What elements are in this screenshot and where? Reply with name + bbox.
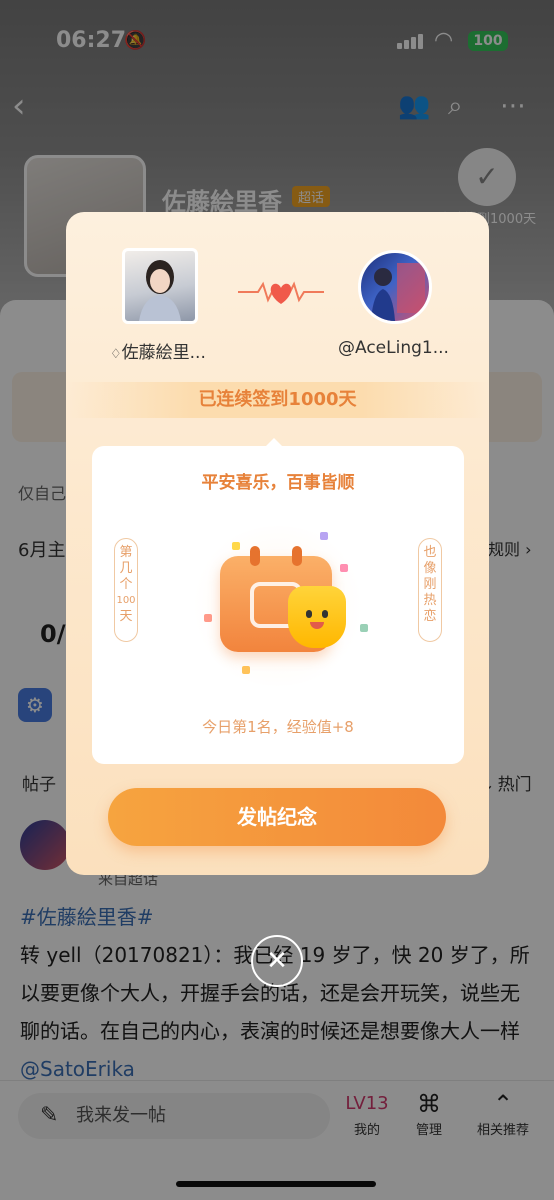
- heart-link-icon: [236, 274, 326, 310]
- mascot-icon: [288, 586, 346, 648]
- checkin-modal: ♢佐藤絵里... @AceLing1... 已连续签到1000天 平安喜乐，百事…: [66, 212, 489, 875]
- user-avatar: [358, 250, 432, 324]
- left-vertical-label: 第几个 100 天: [114, 538, 138, 642]
- confetti: [242, 666, 250, 674]
- blessing-title: 平安喜乐，百事皆顺: [201, 473, 355, 493]
- user-name-label: @AceLing1...: [338, 338, 449, 358]
- confetti: [204, 614, 212, 622]
- post-memorial-button[interactable]: 发帖纪念: [108, 788, 446, 846]
- card-pointer: [266, 438, 282, 446]
- right-vertical-label: 也像刚 热恋: [418, 538, 442, 642]
- blessing-card: 平安喜乐，百事皆顺 第几个 100 天 也像刚 热恋 今日第1名，经验值+8: [92, 446, 464, 764]
- confetti: [360, 624, 368, 632]
- supertopic-name-label: ♢佐藤絵里...: [110, 343, 206, 363]
- confetti: [232, 542, 240, 550]
- confetti: [320, 532, 328, 540]
- diamond-icon: ♢: [110, 347, 122, 362]
- rank-text: 今日第1名，经验值+8: [202, 718, 354, 736]
- supertopic-avatar: [122, 248, 198, 324]
- confetti: [340, 564, 348, 572]
- streak-banner: 已连续签到1000天: [66, 382, 489, 418]
- close-icon[interactable]: ✕: [251, 935, 303, 987]
